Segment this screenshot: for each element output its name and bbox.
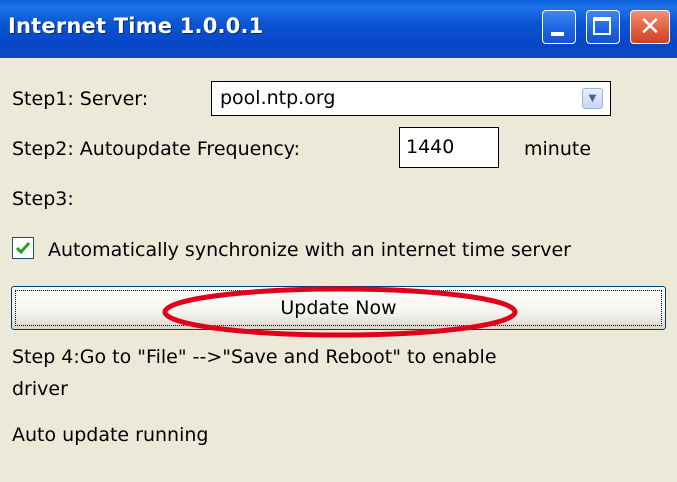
maximize-icon bbox=[593, 17, 611, 35]
server-select[interactable]: pool.ntp.org ▼ bbox=[211, 81, 611, 116]
checkmark-icon bbox=[15, 242, 31, 255]
server-value: pool.ntp.org bbox=[220, 87, 336, 109]
status-text: Auto update running bbox=[12, 424, 209, 446]
maximize-button[interactable] bbox=[586, 10, 620, 44]
minimize-button[interactable] bbox=[542, 10, 576, 44]
step1-label: Step1: Server: bbox=[12, 88, 149, 110]
chevron-down-icon[interactable]: ▼ bbox=[582, 88, 603, 109]
close-icon: ✕ bbox=[639, 12, 661, 42]
title-bar: Internet Time 1.0.0.1 ✕ bbox=[0, 0, 677, 58]
frequency-input[interactable]: 1440 bbox=[399, 127, 499, 168]
update-now-button[interactable]: Update Now bbox=[11, 286, 666, 330]
close-button[interactable]: ✕ bbox=[630, 10, 670, 44]
window-title: Internet Time 1.0.0.1 bbox=[8, 14, 264, 38]
step2-label: Step2: Autoupdate Frequency: bbox=[12, 138, 301, 160]
minimize-icon bbox=[551, 32, 564, 36]
frequency-unit: minute bbox=[524, 138, 592, 160]
auto-sync-checkbox[interactable] bbox=[12, 237, 34, 259]
step4-line2: driver bbox=[12, 378, 68, 400]
step3-label: Step3: bbox=[12, 188, 74, 210]
update-now-label: Update Now bbox=[280, 297, 397, 319]
step4-line1: Step 4:Go to "File" -->"Save and Reboot"… bbox=[12, 346, 497, 368]
auto-sync-label: Automatically synchronize with an intern… bbox=[48, 239, 571, 261]
